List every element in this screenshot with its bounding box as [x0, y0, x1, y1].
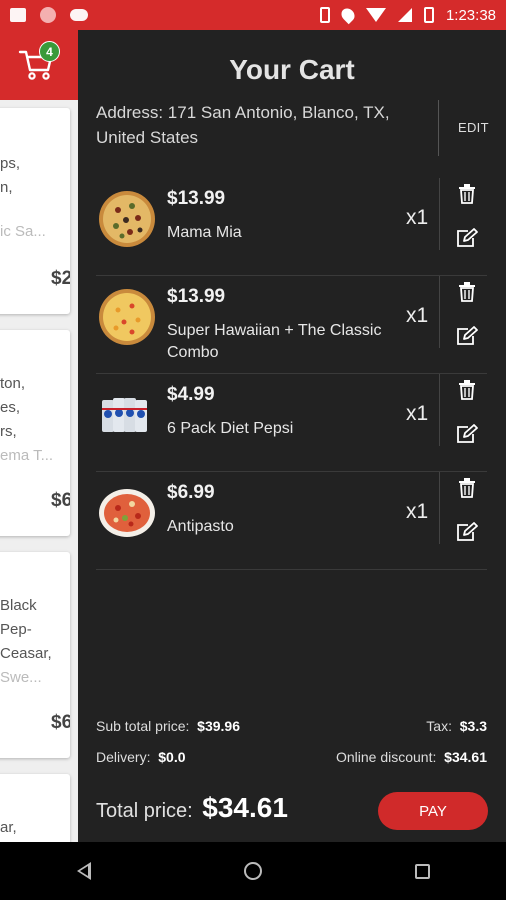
status-bar: 1:23:38: [0, 0, 506, 30]
menu-card-text: ps,: [0, 155, 21, 172]
edit-address-button[interactable]: EDIT: [458, 120, 489, 135]
item-price: $13.99: [167, 286, 226, 307]
location-icon: [338, 5, 358, 25]
menu-card-text: es,: [0, 399, 21, 416]
item-price: $13.99: [167, 188, 226, 209]
menu-card-text: n,: [0, 179, 13, 196]
battery-icon: [423, 7, 434, 23]
menu-card-text: Pep-: [0, 621, 32, 638]
menu-card-text: ton,: [0, 375, 26, 392]
item-name: Mama Mia: [167, 224, 242, 241]
trash-icon[interactable]: [458, 380, 476, 400]
cloud-off-icon: [70, 9, 88, 21]
delivery-value: $0.0: [158, 749, 186, 765]
image-notification-icon: [10, 8, 26, 22]
divider: [439, 472, 440, 544]
pizza-image: [99, 191, 155, 247]
status-time: 1:23:38: [445, 6, 496, 24]
cart-item: $6.99 Antipasto x1: [96, 472, 487, 570]
menu-card-text: rs,: [0, 423, 17, 440]
total-label: Total price:: [96, 800, 193, 822]
total-value: $34.61: [202, 792, 288, 823]
item-price: $6.99: [167, 482, 215, 503]
cart-title: Your Cart: [229, 54, 355, 85]
delivery-address: Address: 171 San Antonio, Blanco, TX, Un…: [96, 103, 390, 147]
divider: [439, 374, 440, 446]
subtotal-value: $39.96: [197, 718, 240, 734]
vibrate-icon: [319, 7, 330, 23]
divider: [438, 100, 439, 156]
menu-card-price: $6.99: [51, 490, 70, 511]
menu-card-price: $2.99: [51, 268, 70, 289]
edit-icon[interactable]: [456, 326, 478, 346]
tax-value: $3.3: [459, 718, 487, 734]
menu-header: 4: [0, 30, 78, 100]
edit-icon[interactable]: [456, 522, 478, 542]
menu-card-text: ar,: [0, 819, 17, 836]
wifi-icon: [365, 8, 386, 22]
system-nav-bar: [0, 842, 506, 900]
cart-item: $4.99 6 Pack Diet Pepsi x1: [96, 374, 487, 472]
price-summary: Sub total price: $39.96 Tax: $3.3 Delive…: [96, 718, 487, 780]
discount-value: $34.61: [444, 749, 487, 765]
item-quantity: x1: [406, 402, 429, 425]
antipasto-image: [99, 489, 155, 537]
item-name: Super Hawaiian + The Classic Combo: [167, 322, 382, 361]
back-icon[interactable]: [76, 862, 91, 880]
menu-card[interactable]: ton, es, rs, ema T... $6.99: [0, 330, 70, 536]
cart-item: $13.99 Mama Mia x1: [96, 178, 487, 276]
item-quantity: x1: [406, 500, 429, 523]
subtotal-label: Sub total price:: [96, 718, 190, 734]
edit-icon[interactable]: [456, 424, 478, 444]
menu-card[interactable]: ps, n, ic Sa... $2.99: [0, 108, 70, 314]
menu-card-text: Swe...: [0, 669, 42, 686]
item-name: 6 Pack Diet Pepsi: [167, 420, 294, 437]
app-screen: 1:23:38 4 ps, n, ic Sa... $2.99 ton,: [0, 0, 506, 900]
item-quantity: x1: [406, 206, 429, 229]
trash-icon[interactable]: [458, 282, 476, 302]
menu-card-text: ic Sa...: [0, 223, 46, 240]
cart-drawer: Your Cart Address: 171 San Antonio, Blan…: [78, 30, 506, 842]
cart-count-badge: 4: [39, 41, 60, 62]
item-quantity: x1: [406, 304, 429, 327]
tax-label: Tax:: [426, 718, 452, 734]
divider: [439, 276, 440, 348]
recent-apps-icon[interactable]: [414, 863, 430, 879]
signal-icon: [397, 8, 412, 22]
record-notification-icon: [40, 7, 56, 23]
menu-card-text: Ceasar,: [0, 645, 52, 662]
menu-card[interactable]: ar,: [0, 774, 70, 842]
trash-icon[interactable]: [458, 184, 476, 204]
total-price: Total price: $34.61: [96, 792, 288, 824]
menu-card-text: Black: [0, 597, 37, 614]
menu-card[interactable]: Black Pep- Ceasar, Swe... $6.99: [0, 552, 70, 758]
pizza-image: [99, 289, 155, 345]
item-name: Antipasto: [167, 518, 234, 535]
discount-label: Online discount:: [335, 749, 437, 765]
home-icon[interactable]: [243, 862, 262, 880]
cart-item: $13.99 Super Hawaiian + The Classic Comb…: [96, 276, 487, 374]
menu-card-price: $6.99: [51, 712, 70, 733]
cart-item-list: $13.99 Mama Mia x1 $13.99 Super Hawaiian…: [96, 178, 487, 570]
menu-card-text: ema T...: [0, 447, 54, 464]
soda-cans-image: [102, 398, 147, 432]
delivery-label: Delivery:: [96, 749, 151, 765]
edit-icon[interactable]: [456, 228, 478, 248]
trash-icon[interactable]: [458, 478, 476, 498]
divider: [439, 178, 440, 250]
item-price: $4.99: [167, 384, 215, 405]
menu-panel: 4 ps, n, ic Sa... $2.99 ton, es, rs, ema…: [0, 30, 78, 842]
pay-button[interactable]: PAY: [378, 792, 488, 830]
